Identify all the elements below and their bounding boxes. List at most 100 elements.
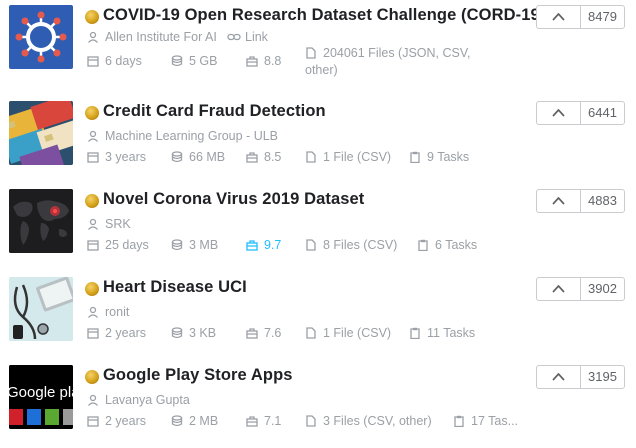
upvote-button[interactable] xyxy=(537,6,581,28)
dataset-thumbnail[interactable]: Google play xyxy=(9,365,73,429)
tasks-text[interactable]: 6 Tasks xyxy=(435,238,477,252)
file-info: 8 Files (CSV) xyxy=(305,238,397,252)
last-updated: 3 years xyxy=(87,150,146,164)
toolbox-icon xyxy=(246,240,258,251)
dataset-title[interactable]: Heart Disease UCI xyxy=(103,278,247,297)
chevron-up-icon xyxy=(552,108,565,117)
files-text: 1 File (CSV) xyxy=(323,150,392,164)
owner-name[interactable]: Machine Learning Group - ULB xyxy=(105,129,278,143)
task-count[interactable]: 11 Tasks xyxy=(409,326,475,340)
gold-medal-icon xyxy=(85,282,99,296)
dataset-row[interactable]: Heart Disease UCI ronit 2 years 3 KB 7.6… xyxy=(0,272,636,360)
owner[interactable]: Machine Learning Group - ULB xyxy=(87,129,278,143)
owner[interactable]: Lavanya Gupta xyxy=(87,393,190,407)
vote-count: 8479 xyxy=(588,9,617,24)
owner-name[interactable]: SRK xyxy=(105,217,131,231)
external-link[interactable]: Link xyxy=(227,30,268,44)
upvote-widget[interactable]: 8479 xyxy=(536,5,625,29)
dataset-size: 2 MB xyxy=(171,414,218,428)
usability-score: 7.1 xyxy=(246,414,281,428)
chevron-up-icon xyxy=(552,196,565,205)
size-text: 66 MB xyxy=(189,150,226,164)
thumbnail-text: Google play xyxy=(9,384,73,401)
owner[interactable]: ronit xyxy=(87,305,129,319)
file-icon xyxy=(306,151,316,163)
calendar-icon xyxy=(87,152,99,163)
last-updated: 2 years xyxy=(87,414,146,428)
link-label[interactable]: Link xyxy=(245,30,268,44)
calendar-icon xyxy=(87,416,99,427)
task-count[interactable]: 9 Tasks xyxy=(409,150,469,164)
vote-count: 4883 xyxy=(588,193,617,208)
database-icon xyxy=(171,415,183,427)
upvote-widget[interactable]: 4883 xyxy=(536,189,625,213)
dataset-thumbnail[interactable] xyxy=(9,189,73,253)
file-icon xyxy=(306,327,316,339)
clipboard-icon xyxy=(454,415,464,427)
tasks-text[interactable]: 9 Tasks xyxy=(427,150,469,164)
gold-medal-icon xyxy=(85,10,99,24)
usability-text: 7.6 xyxy=(264,326,282,340)
owner-name[interactable]: Allen Institute For AI xyxy=(105,30,217,44)
files-text: 204061 Files (JSON, CSV, xyxy=(323,46,471,60)
dataset-row[interactable]: Novel Corona Virus 2019 Dataset SRK 25 d… xyxy=(0,184,636,272)
task-count[interactable]: 17 Tas... xyxy=(453,414,518,428)
usability-text: 8.8 xyxy=(264,54,282,68)
person-icon xyxy=(88,218,98,230)
dataset-title[interactable]: Google Play Store Apps xyxy=(103,366,293,385)
file-icon xyxy=(306,239,316,251)
last-updated: 6 days xyxy=(87,54,142,68)
files-text: 3 Files (CSV, other) xyxy=(323,414,432,428)
chevron-up-icon xyxy=(552,12,565,21)
size-text: 3 KB xyxy=(189,326,217,340)
task-count[interactable]: 6 Tasks xyxy=(417,238,477,252)
dataset-row[interactable]: Google play Google Play Store Apps Lavan… xyxy=(0,360,636,448)
dataset-title[interactable]: Novel Corona Virus 2019 Dataset xyxy=(103,190,364,209)
size-text: 5 GB xyxy=(189,54,218,68)
dataset-title[interactable]: Credit Card Fraud Detection xyxy=(103,102,326,121)
dataset-row[interactable]: COVID-19 Open Research Dataset Challenge… xyxy=(0,0,636,88)
last-updated: 25 days xyxy=(87,238,149,252)
person-icon xyxy=(88,31,98,43)
owner[interactable]: SRK xyxy=(87,217,131,231)
dataset-title[interactable]: COVID-19 Open Research Dataset Challenge… xyxy=(103,6,545,25)
upvote-button[interactable] xyxy=(537,366,581,388)
database-icon xyxy=(171,239,183,251)
vote-count: 3195 xyxy=(588,369,617,384)
clipboard-icon xyxy=(410,327,420,339)
updated-text: 3 years xyxy=(105,150,146,164)
tasks-text[interactable]: 11 Tasks xyxy=(427,326,475,340)
calendar-icon xyxy=(87,328,99,339)
usability-text: 9.7 xyxy=(264,238,282,252)
upvote-button[interactable] xyxy=(537,190,581,212)
upvote-widget[interactable]: 6441 xyxy=(536,101,625,125)
owner-name[interactable]: Lavanya Gupta xyxy=(105,393,190,407)
owner-name[interactable]: ronit xyxy=(105,305,129,319)
clipboard-icon xyxy=(410,151,420,163)
usability-score: 9.7 xyxy=(246,238,281,252)
dataset-row[interactable]: Credit Card Fraud Detection Machine Lear… xyxy=(0,96,636,184)
upvote-widget[interactable]: 3902 xyxy=(536,277,625,301)
database-icon xyxy=(171,55,183,67)
tasks-text[interactable]: 17 Tas... xyxy=(471,414,518,428)
upvote-button[interactable] xyxy=(537,278,581,300)
stethoscope-laptop-photo xyxy=(9,277,73,341)
google-play-logo: Google play xyxy=(9,365,73,429)
database-icon xyxy=(171,327,183,339)
world-map-dark xyxy=(9,189,73,253)
toolbox-icon xyxy=(246,416,258,427)
vote-count: 3902 xyxy=(588,281,617,296)
dataset-size: 66 MB xyxy=(171,150,225,164)
upvote-widget[interactable]: 3195 xyxy=(536,365,625,389)
dataset-thumbnail[interactable] xyxy=(9,101,73,165)
upvote-button[interactable] xyxy=(537,102,581,124)
dataset-thumbnail[interactable] xyxy=(9,277,73,341)
files-text: 8 Files (CSV) xyxy=(323,238,398,252)
last-updated: 2 years xyxy=(87,326,146,340)
owner[interactable]: Allen Institute For AI xyxy=(87,30,217,44)
usability-score: 7.6 xyxy=(246,326,281,340)
usability-score: 8.8 xyxy=(246,54,281,68)
person-icon xyxy=(88,130,98,142)
dataset-thumbnail[interactable] xyxy=(9,5,73,69)
gold-medal-icon xyxy=(85,370,99,384)
